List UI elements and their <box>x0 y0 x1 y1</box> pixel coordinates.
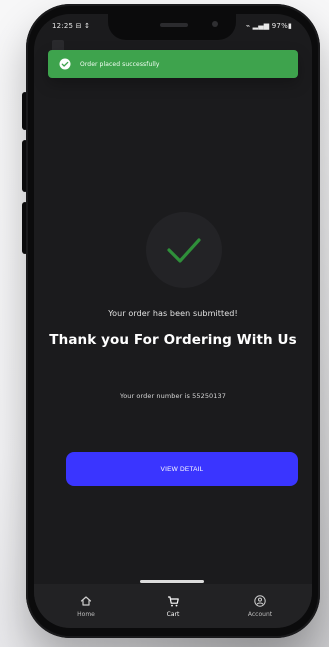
order-submitted-message: Your order has been submitted! <box>108 309 238 318</box>
order-number-text: Your order number is 55250137 <box>119 392 227 400</box>
success-toast: Order placed successfully <box>48 50 298 78</box>
cart-icon <box>143 594 203 608</box>
account-icon <box>230 594 290 608</box>
nav-label-home: Home <box>77 611 95 618</box>
front-camera <box>212 21 218 27</box>
status-time: 12:25 ⊟ ↕ <box>52 22 91 30</box>
nav-label-account: Account <box>247 611 273 618</box>
view-details-button[interactable]: VIEW DETAIL <box>66 452 298 486</box>
nav-label-cart: Cart <box>166 611 180 618</box>
home-indicator <box>140 580 204 583</box>
toast-message: Order placed successfully <box>80 60 160 68</box>
check-circle-icon <box>58 57 72 71</box>
thank-you-heading: Thank you For Ordering With Us <box>49 332 297 348</box>
camera-notch <box>108 14 236 40</box>
nav-item-account[interactable]: Account <box>230 594 290 618</box>
success-checkmark <box>146 212 222 288</box>
bottom-navigation: Home Cart Account <box>34 584 312 628</box>
app-screen: 12:25 ⊟ ↕ ⌁ ▂▄▆ 97%▮ Order placed succes… <box>34 14 312 628</box>
checkmark-icon <box>167 238 201 263</box>
nav-item-cart[interactable]: Cart <box>143 594 203 618</box>
status-bar: 12:25 ⊟ ↕ ⌁ ▂▄▆ 97%▮ <box>34 14 312 40</box>
nav-item-home[interactable]: Home <box>56 594 116 618</box>
home-icon <box>56 594 116 608</box>
status-indicators: ⌁ ▂▄▆ 97%▮ <box>245 22 292 30</box>
speaker-grill <box>160 23 188 27</box>
